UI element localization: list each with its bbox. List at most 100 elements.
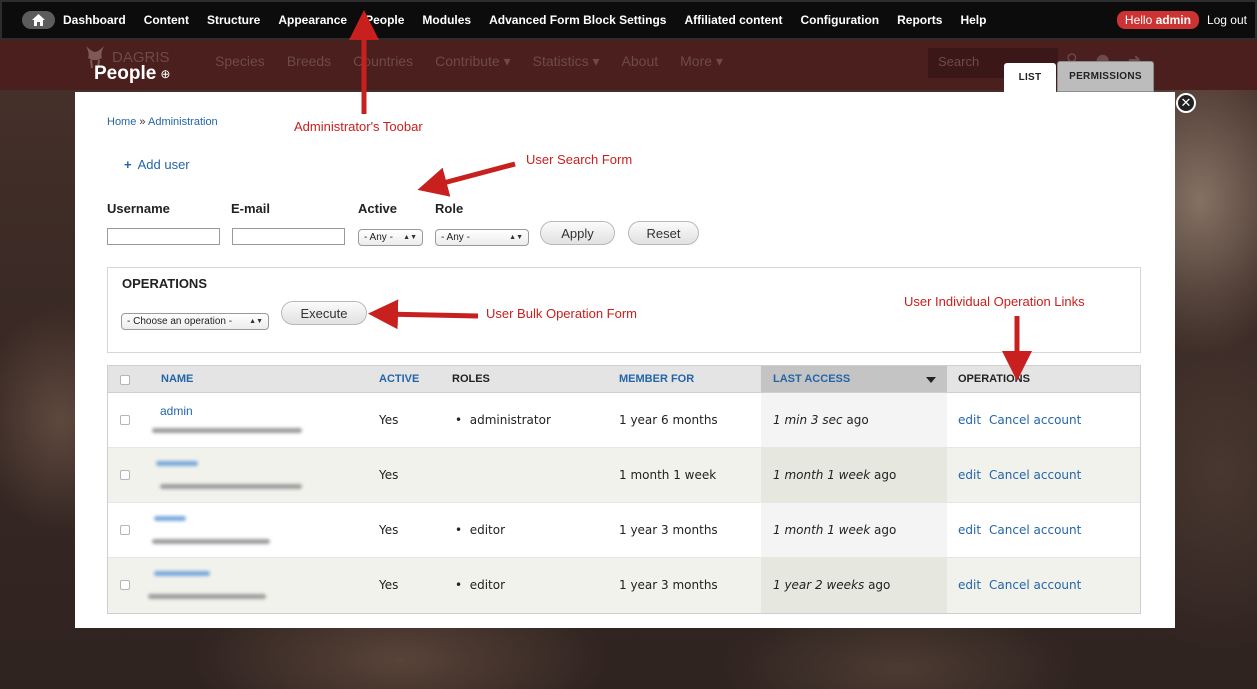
home-icon[interactable] (22, 11, 55, 29)
site-nav-breeds[interactable]: Breeds (287, 53, 331, 70)
role-text: editor (469, 578, 506, 592)
edit-link[interactable]: edit (958, 468, 981, 482)
cell-role: • editor (455, 578, 506, 592)
table-row: Yes • editor 1 year 3 months 1 year 2 we… (108, 558, 1140, 613)
cell-operations: edit Cancel account (958, 523, 1081, 537)
site-nav-species[interactable]: Species (215, 53, 265, 70)
admin-menu-reports[interactable]: Reports (897, 13, 942, 27)
annotation-search-form: User Search Form (526, 152, 633, 167)
edit-link[interactable]: edit (958, 413, 981, 427)
select-arrows-icon: ▲▼ (249, 318, 263, 325)
user-name-link[interactable]: admin (160, 404, 193, 418)
active-select-value: - Any - (364, 232, 393, 243)
page-title: People ⊕ (94, 63, 170, 85)
site-nav-about[interactable]: About (622, 53, 659, 70)
active-select[interactable]: - Any - ▲▼ (358, 229, 423, 246)
role-select[interactable]: - Any - ▲▼ (435, 229, 529, 246)
select-all-checkbox[interactable] (120, 375, 130, 385)
admin-menu-content[interactable]: Content (144, 13, 189, 27)
cell-active: Yes (379, 468, 399, 482)
close-overlay-icon[interactable]: ✕ (1176, 93, 1196, 113)
tab-list[interactable]: LIST (1004, 63, 1056, 92)
row-checkbox[interactable] (120, 525, 130, 535)
hello-user-badge[interactable]: Hello admin (1116, 11, 1199, 29)
add-user-label: Add user (137, 157, 190, 172)
tab-permissions[interactable]: PERMISSIONS (1057, 61, 1154, 92)
row-checkbox[interactable] (120, 470, 130, 480)
admin-menu-modules[interactable]: Modules (422, 13, 471, 27)
site-nav-statistics[interactable]: Statistics ▾ (533, 53, 600, 70)
logout-link[interactable]: Log out (1207, 13, 1247, 27)
cancel-account-link[interactable]: Cancel account (989, 578, 1081, 592)
last-access-suffix: ago (842, 413, 869, 427)
cell-role: • administrator (455, 413, 551, 427)
site-nav-contribute[interactable]: Contribute ▾ (435, 53, 511, 70)
redacted-email (152, 539, 270, 544)
cell-operations: edit Cancel account (958, 468, 1081, 482)
select-arrows-icon: ▲▼ (403, 234, 417, 241)
cell-operations: edit Cancel account (958, 578, 1081, 592)
header-operations: OPERATIONS (958, 373, 1030, 385)
username-input[interactable] (107, 228, 220, 245)
hello-username: admin (1155, 13, 1191, 27)
reset-button[interactable]: Reset (628, 221, 699, 245)
operation-select-value: - Choose an operation - (127, 316, 233, 327)
sort-descending-icon (926, 377, 936, 383)
redacted-email (160, 484, 302, 489)
header-roles: ROLES (452, 373, 490, 385)
cell-role: • editor (455, 523, 506, 537)
redacted-username[interactable] (154, 571, 210, 576)
hello-prefix: Hello (1124, 13, 1153, 27)
username-label: Username (107, 201, 170, 216)
table-header: NAME ACTIVE ROLES MEMBER FOR LAST ACCESS… (108, 366, 1140, 393)
page-title-text: People (94, 63, 157, 84)
redacted-username[interactable] (154, 516, 186, 521)
last-access-duration: 1 year 2 weeks (773, 578, 865, 592)
role-text: administrator (469, 413, 551, 427)
header-name[interactable]: NAME (161, 373, 193, 385)
breadcrumb-separator: » (139, 116, 146, 128)
edit-link[interactable]: edit (958, 578, 981, 592)
admin-menu-help[interactable]: Help (960, 13, 986, 27)
cancel-account-link[interactable]: Cancel account (989, 468, 1081, 482)
last-access-suffix: ago (864, 578, 891, 592)
row-checkbox[interactable] (120, 415, 130, 425)
users-table: NAME ACTIVE ROLES MEMBER FOR LAST ACCESS… (107, 365, 1141, 614)
add-user-link[interactable]: + Add user (124, 157, 190, 172)
edit-link[interactable]: edit (958, 523, 981, 537)
operation-select[interactable]: - Choose an operation - ▲▼ (121, 313, 269, 330)
breadcrumb-administration[interactable]: Administration (148, 116, 218, 128)
apply-button[interactable]: Apply (540, 221, 615, 245)
admin-menu-configuration[interactable]: Configuration (800, 13, 879, 27)
last-access-suffix: ago (870, 523, 897, 537)
site-nav-countries[interactable]: Countries (353, 53, 413, 70)
header-active[interactable]: ACTIVE (379, 373, 419, 385)
admin-menu-advanced-form-block-settings[interactable]: Advanced Form Block Settings (489, 13, 666, 27)
admin-menu-structure[interactable]: Structure (207, 13, 260, 27)
cell-last-access: 1 month 1 week ago (773, 468, 896, 482)
last-access-duration: 1 month 1 week (773, 468, 871, 482)
last-access-duration: 1 month 1 week (773, 523, 871, 537)
site-nav-more[interactable]: More ▾ (680, 53, 723, 70)
header-member-for[interactable]: MEMBER FOR (619, 373, 694, 385)
cancel-account-link[interactable]: Cancel account (989, 413, 1081, 427)
cell-member-for: 1 year 6 months (619, 413, 718, 427)
redacted-username[interactable] (156, 461, 198, 466)
cancel-account-link[interactable]: Cancel account (989, 523, 1081, 537)
row-checkbox[interactable] (120, 580, 130, 590)
active-label: Active (358, 201, 398, 216)
breadcrumb: Home » Administration (107, 116, 218, 128)
admin-menu-affiliated-content[interactable]: Affiliated content (684, 13, 782, 27)
cell-operations: edit Cancel account (958, 413, 1081, 427)
execute-button[interactable]: Execute (281, 301, 367, 325)
header-last-access[interactable]: LAST ACCESS (773, 373, 850, 385)
admin-menu-appearance[interactable]: Appearance (278, 13, 347, 27)
email-input[interactable] (232, 228, 345, 245)
breadcrumb-home[interactable]: Home (107, 116, 136, 128)
admin-menu-people[interactable]: People (365, 13, 404, 27)
shortcut-add-icon[interactable]: ⊕ (160, 67, 170, 81)
operations-title: OPERATIONS (122, 276, 207, 291)
admin-toolbar-user: Hello admin Log out (1116, 11, 1255, 29)
admin-menu-dashboard[interactable]: Dashboard (63, 13, 126, 27)
cell-active: Yes (379, 578, 399, 592)
